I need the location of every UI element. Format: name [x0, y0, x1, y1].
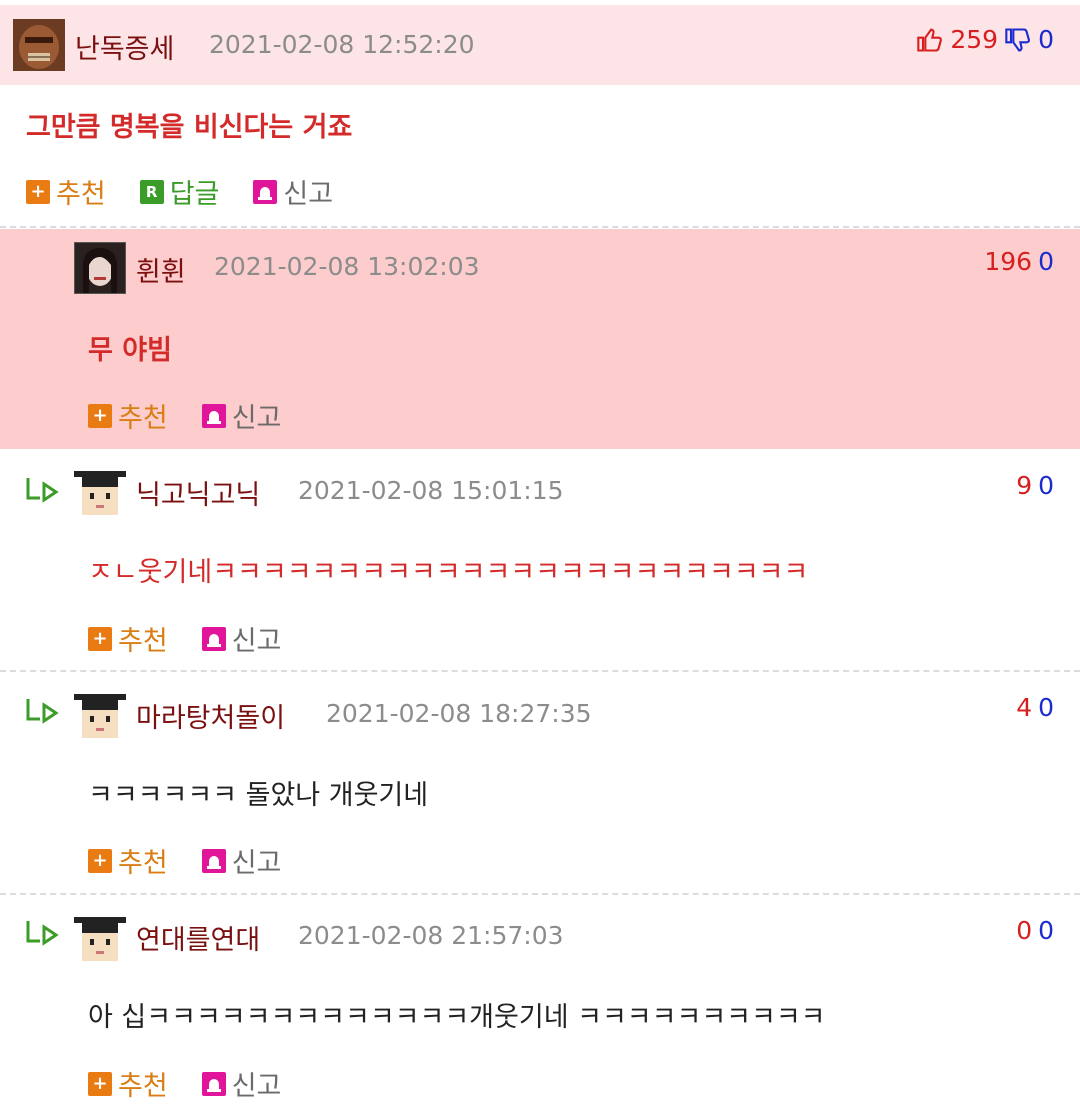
comment-actions: + 추천 신고 — [88, 396, 315, 435]
vote-counts: 9 0 — [1016, 471, 1054, 500]
upvote-count: 4 — [1016, 693, 1033, 722]
recommend-button[interactable]: + 추천 — [88, 396, 168, 435]
downvote-count: 0 — [1038, 25, 1054, 54]
report-label: 신고 — [231, 1071, 282, 1102]
recommend-label: 추천 — [118, 403, 168, 434]
report-label: 신고 — [231, 403, 282, 434]
comment-text: 그만큼 명복을 비신다는 거죠 — [26, 112, 353, 143]
recommend-button[interactable]: + 추천 — [88, 841, 168, 880]
comment-actions: + 추천 신고 — [88, 841, 315, 880]
siren-icon — [201, 626, 226, 651]
comment-datetime: 2021-02-08 15:01:15 — [298, 476, 564, 505]
username[interactable]: 휜휜 — [136, 250, 186, 289]
recommend-label: 추천 — [118, 626, 168, 657]
avatar[interactable] — [74, 688, 126, 740]
reply-arrow-icon — [26, 478, 59, 503]
username[interactable]: 연대를연대 — [136, 918, 260, 957]
siren-icon — [201, 403, 226, 428]
plus-icon: + — [88, 848, 112, 873]
upvote-count: 259 — [950, 25, 999, 54]
avatar[interactable] — [13, 19, 65, 71]
comment-text: ㅋㅋㅋㅋㅋㅋ 돌았나 개웃기네 — [88, 780, 429, 811]
report-button[interactable]: 신고 — [201, 841, 282, 880]
plus-icon: + — [26, 179, 50, 204]
reply-arrow-icon — [26, 699, 59, 724]
siren-icon — [253, 179, 278, 204]
comment-datetime: 2021-02-08 18:27:35 — [326, 699, 592, 728]
recommend-label: 추천 — [56, 179, 106, 210]
upvote-count: 196 — [984, 247, 1033, 276]
recommend-button[interactable]: + 추천 — [88, 619, 168, 658]
thumbs-up-icon[interactable] — [916, 26, 944, 54]
comment-text: ㅈㄴ웃기네ㅋㅋㅋㅋㅋㅋㅋㅋㅋㅋㅋㅋㅋㅋㅋㅋㅋㅋㅋㅋㅋㅋㅋㅋ — [88, 557, 809, 588]
vote-counts: 259 0 — [916, 25, 1054, 54]
comment-datetime: 2021-02-08 13:02:03 — [214, 252, 480, 281]
report-label: 신고 — [231, 848, 282, 879]
downvote-count: 0 — [1038, 471, 1054, 500]
plus-icon: + — [88, 626, 112, 651]
comment-actions: + 추천 신고 — [88, 1064, 315, 1103]
comment-datetime: 2021-02-08 12:52:20 — [209, 30, 475, 59]
report-label: 신고 — [283, 179, 334, 210]
comment-datetime: 2021-02-08 21:57:03 — [298, 921, 564, 950]
vote-counts: 4 0 — [1016, 693, 1054, 722]
downvote-count: 0 — [1038, 247, 1054, 276]
username[interactable]: 닉고닉고닉 — [136, 473, 260, 512]
recommend-button[interactable]: + 추천 — [26, 172, 106, 211]
comment-text: 아 십ㅋㅋㅋㅋㅋㅋㅋㅋㅋㅋㅋㅋㅋ개웃기네 ㅋㅋㅋㅋㅋㅋㅋㅋㅋㅋ — [88, 1002, 826, 1033]
username[interactable]: 마라탕처돌이 — [136, 696, 285, 735]
comment-actions: + 추천 신고 — [88, 619, 315, 658]
upvote-count: 9 — [1016, 471, 1033, 500]
report-label: 신고 — [231, 626, 282, 657]
downvote-count: 0 — [1038, 916, 1054, 945]
comment-actions: + 추천 R 답글 신고 — [26, 172, 367, 211]
comment-text: 무 야빔 — [88, 335, 172, 366]
siren-icon — [201, 1071, 226, 1096]
reply-label: 답글 — [169, 179, 220, 210]
report-button[interactable]: 신고 — [253, 172, 333, 211]
reply-arrow-icon — [26, 921, 59, 946]
report-button[interactable]: 신고 — [201, 619, 282, 658]
avatar[interactable] — [74, 242, 126, 294]
comment-divider — [0, 670, 1080, 672]
recommend-label: 추천 — [118, 1071, 168, 1102]
avatar[interactable] — [74, 911, 126, 963]
upvote-count: 0 — [1016, 916, 1033, 945]
vote-counts: 0 0 — [1016, 916, 1054, 945]
thumbs-down-icon[interactable] — [1004, 26, 1032, 54]
username[interactable]: 난독증세 — [75, 27, 174, 66]
siren-icon — [201, 848, 226, 873]
plus-icon: + — [88, 1071, 112, 1096]
recommend-label: 추천 — [118, 848, 168, 879]
comment-divider — [0, 893, 1080, 895]
reply-button[interactable]: R 답글 — [139, 172, 220, 211]
avatar[interactable] — [74, 465, 126, 517]
reply-r-icon: R — [139, 179, 164, 204]
vote-counts: 196 0 — [984, 247, 1054, 276]
downvote-count: 0 — [1038, 693, 1054, 722]
plus-icon: + — [88, 403, 112, 428]
report-button[interactable]: 신고 — [201, 1064, 282, 1103]
comment-divider — [0, 226, 1080, 228]
report-button[interactable]: 신고 — [201, 396, 282, 435]
recommend-button[interactable]: + 추천 — [88, 1064, 168, 1103]
